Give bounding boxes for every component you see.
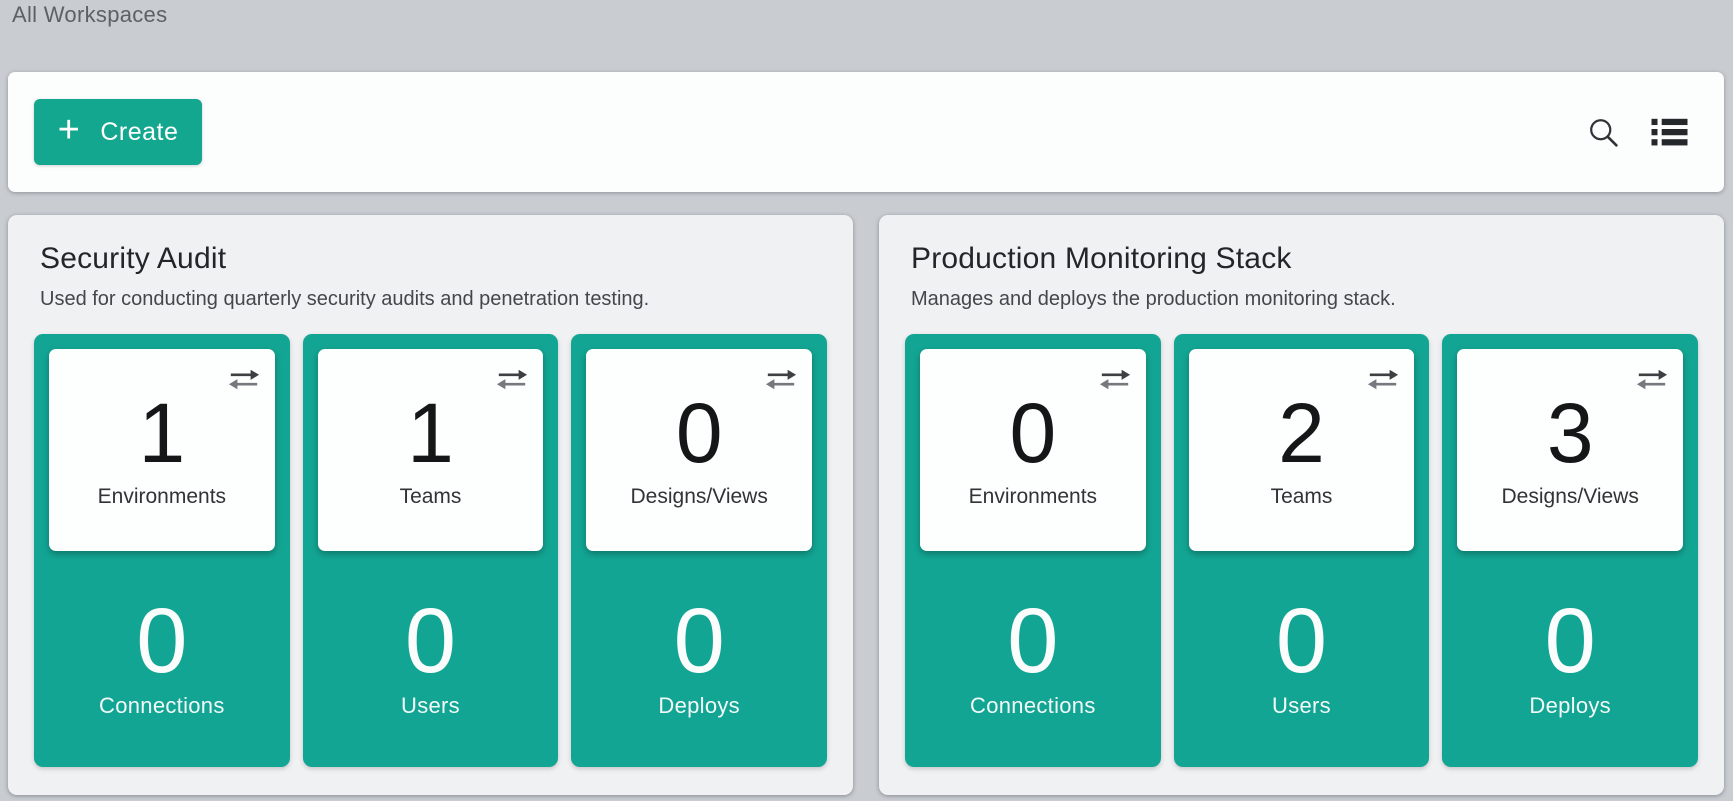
tile-bottom-label: Users xyxy=(318,693,544,719)
tile-top-value: 2 xyxy=(1278,391,1325,475)
workspace-grid: Security Audit Used for conducting quart… xyxy=(8,215,1724,795)
workspace-card: Production Monitoring Stack Manages and … xyxy=(879,215,1724,795)
tile-top-value: 1 xyxy=(407,391,454,475)
tile-bottom-label: Deploys xyxy=(586,693,812,719)
tile-bottom-value: 0 xyxy=(318,595,544,687)
create-button[interactable]: + Create xyxy=(34,99,202,165)
tile-bottom-label: Users xyxy=(1189,693,1415,719)
workspace-title: Production Monitoring Stack xyxy=(911,241,1698,277)
tile-bottom-value: 0 xyxy=(586,595,812,687)
tile-bottom-label: Connections xyxy=(49,693,275,719)
tile-top-label: Environments xyxy=(98,485,226,509)
tile-top-panel: 0 Designs/Views xyxy=(586,349,812,551)
tile-top-label: Designs/Views xyxy=(631,485,768,509)
tile-bottom-label: Deploys xyxy=(1457,693,1683,719)
tile-top-value: 0 xyxy=(1009,391,1056,475)
tile-bottom-value: 0 xyxy=(1457,595,1683,687)
plus-icon: + xyxy=(58,111,81,149)
tile-bottom-panel: 0 Users xyxy=(1189,595,1415,719)
search-icon[interactable] xyxy=(1588,117,1619,148)
stat-tile-designs-views[interactable]: 0 Designs/Views 0 Deploys xyxy=(571,334,827,767)
tile-bottom-panel: 0 Deploys xyxy=(586,595,812,719)
stat-tile-row: 1 Environments 0 Connections 1 xyxy=(34,334,827,767)
tile-top-label: Environments xyxy=(969,485,1097,509)
tile-bottom-value: 0 xyxy=(1189,595,1415,687)
tile-top-value: 0 xyxy=(676,391,723,475)
tile-bottom-panel: 0 Users xyxy=(318,595,544,719)
tile-top-panel: 1 Environments xyxy=(49,349,275,551)
workspace-description: Manages and deploys the production monit… xyxy=(911,287,1698,311)
tile-top-panel: 2 Teams xyxy=(1189,349,1415,551)
tile-bottom-label: Connections xyxy=(920,693,1146,719)
swap-icon[interactable] xyxy=(1367,367,1399,392)
tile-bottom-value: 0 xyxy=(920,595,1146,687)
stat-tile-environments[interactable]: 1 Environments 0 Connections xyxy=(34,334,290,767)
toolbar-icon-group xyxy=(1588,117,1688,148)
stat-tile-row: 0 Environments 0 Connections 2 xyxy=(905,334,1698,767)
tile-top-panel: 0 Environments xyxy=(920,349,1146,551)
stat-tile-environments[interactable]: 0 Environments 0 Connections xyxy=(905,334,1161,767)
tile-bottom-panel: 0 Deploys xyxy=(1457,595,1683,719)
tile-top-value: 3 xyxy=(1547,391,1594,475)
all-workspaces-page: { "page": { "title": "All Workspaces" },… xyxy=(0,0,1733,801)
tile-bottom-value: 0 xyxy=(49,595,275,687)
workspace-card: Security Audit Used for conducting quart… xyxy=(8,215,853,795)
create-button-label: Create xyxy=(100,118,178,147)
workspace-description: Used for conducting quarterly security a… xyxy=(40,287,827,311)
stat-tile-teams[interactable]: 2 Teams 0 Users xyxy=(1174,334,1430,767)
tile-top-label: Teams xyxy=(400,485,462,509)
stat-tile-teams[interactable]: 1 Teams 0 Users xyxy=(303,334,559,767)
stat-tile-designs-views[interactable]: 3 Designs/Views 0 Deploys xyxy=(1442,334,1698,767)
tile-bottom-panel: 0 Connections xyxy=(49,595,275,719)
swap-icon[interactable] xyxy=(1099,367,1131,392)
tile-top-panel: 1 Teams xyxy=(318,349,544,551)
tile-top-panel: 3 Designs/Views xyxy=(1457,349,1683,551)
tile-top-label: Designs/Views xyxy=(1502,485,1639,509)
workspace-title: Security Audit xyxy=(40,241,827,277)
tile-top-value: 1 xyxy=(138,391,185,475)
tile-top-label: Teams xyxy=(1271,485,1333,509)
page-title: All Workspaces xyxy=(12,2,167,28)
toolbar: + Create xyxy=(8,72,1724,192)
swap-icon[interactable] xyxy=(1636,367,1668,392)
swap-icon[interactable] xyxy=(496,367,528,392)
swap-icon[interactable] xyxy=(765,367,797,392)
swap-icon[interactable] xyxy=(228,367,260,392)
tile-bottom-panel: 0 Connections xyxy=(920,595,1146,719)
list-view-icon[interactable] xyxy=(1651,117,1688,147)
